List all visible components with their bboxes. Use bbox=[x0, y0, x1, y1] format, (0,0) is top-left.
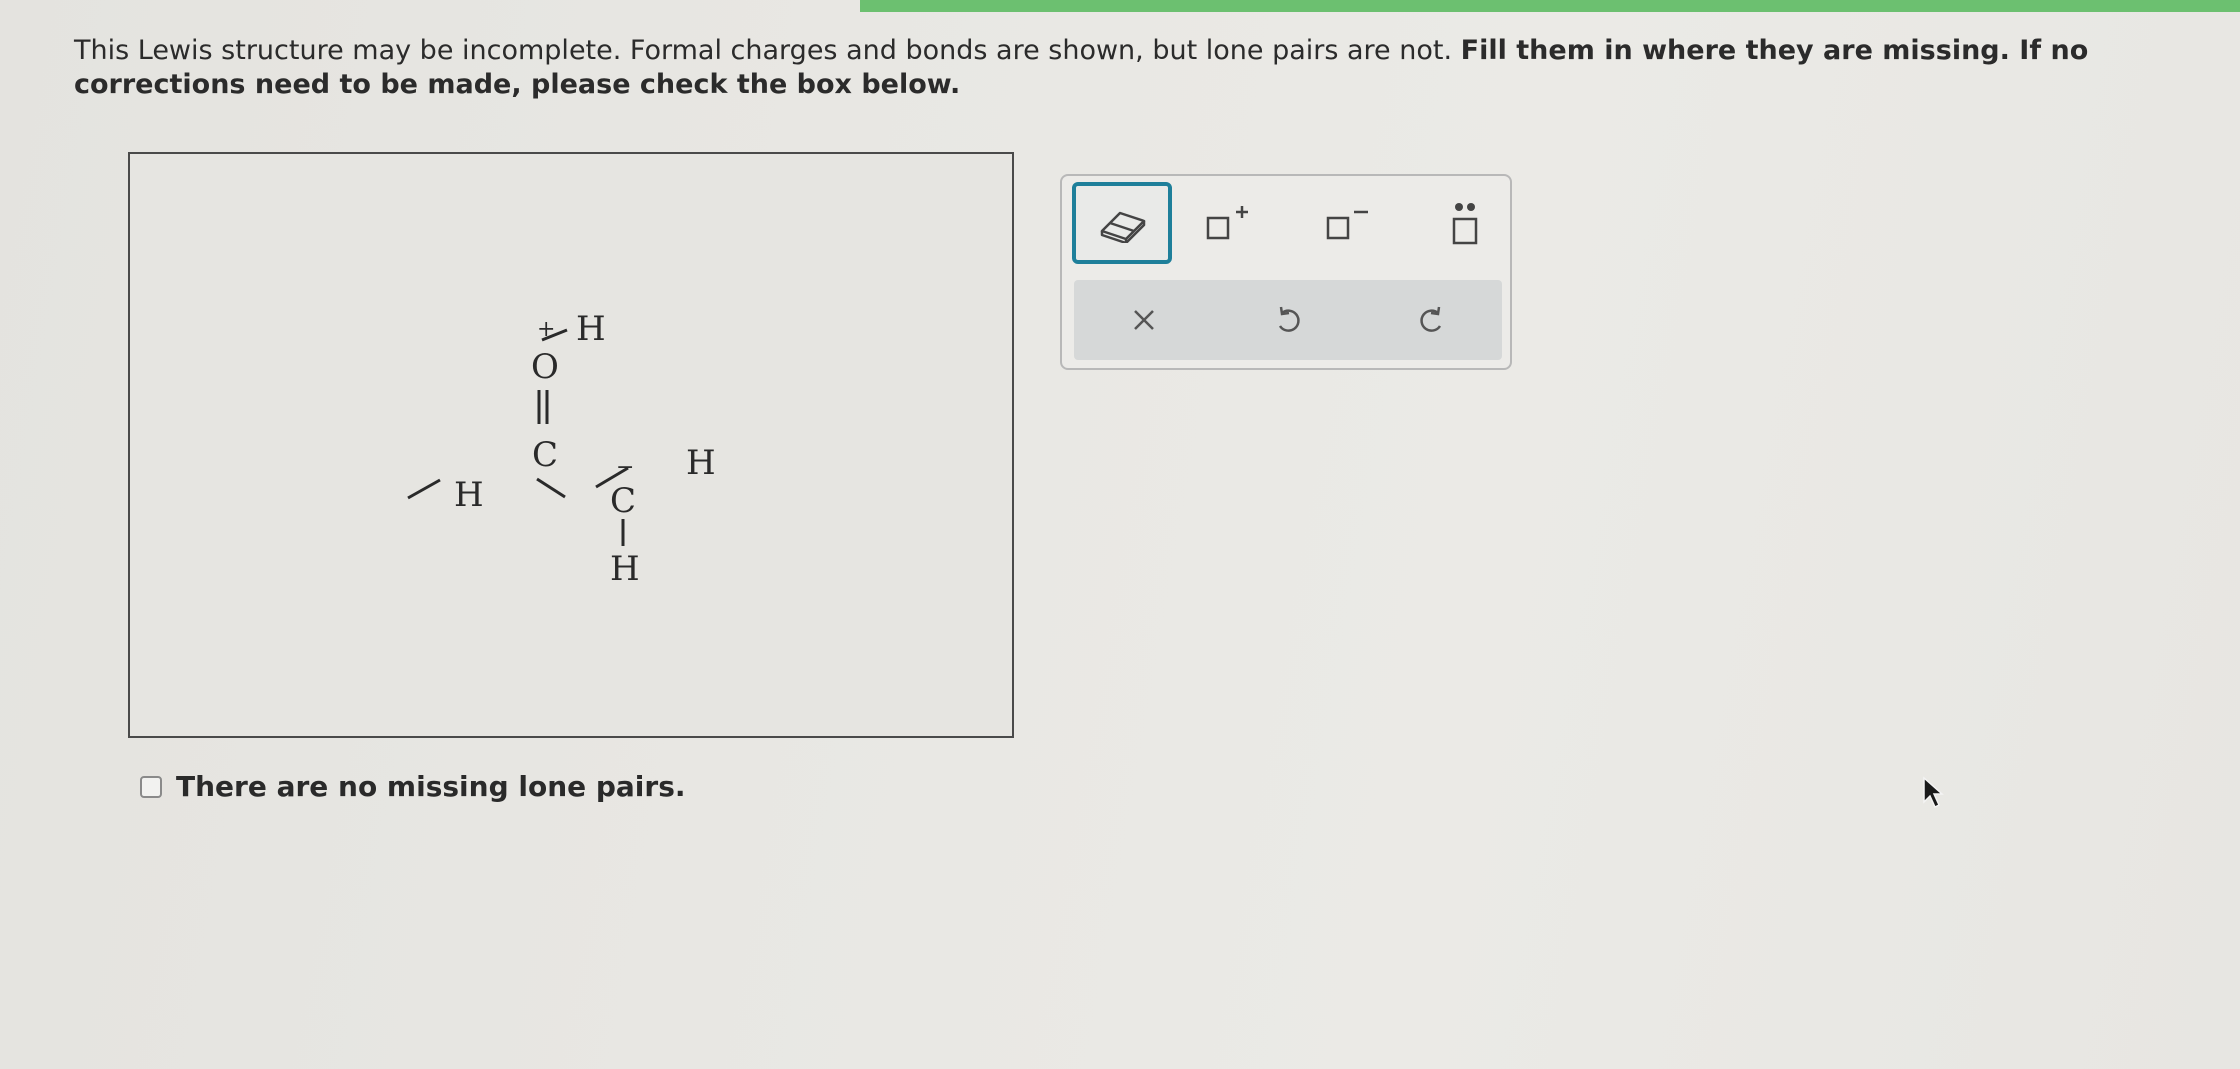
bond-h-c1[interactable] bbox=[407, 478, 441, 500]
lewis-structure-canvas[interactable]: + O H C H − C H H bbox=[128, 152, 1014, 738]
redo-button[interactable] bbox=[1402, 288, 1462, 352]
drawing-toolbar bbox=[1060, 174, 1512, 370]
eraser-icon bbox=[1100, 211, 1146, 243]
o-charge: + bbox=[537, 317, 555, 342]
atom-c1[interactable]: C bbox=[532, 435, 558, 475]
instructions-text: This Lewis structure may be incomplete. … bbox=[74, 35, 1461, 66]
instructions: This Lewis structure may be incomplete. … bbox=[74, 34, 2154, 102]
lone-pair-tool-button[interactable] bbox=[1430, 186, 1500, 262]
mouse-cursor-icon bbox=[1923, 776, 1944, 809]
atom-h-on-o[interactable]: H bbox=[576, 309, 606, 349]
positive-charge-icon bbox=[1206, 206, 1248, 240]
negative-charge-icon bbox=[1326, 210, 1368, 240]
atom-o[interactable]: O bbox=[531, 347, 559, 387]
redo-icon bbox=[1420, 306, 1442, 332]
action-bar bbox=[1074, 280, 1502, 360]
molecule-drawing: + O H C H − C H H bbox=[407, 309, 716, 589]
undo-button[interactable] bbox=[1258, 288, 1318, 352]
lone-pair-icon bbox=[1452, 203, 1478, 245]
undo-icon bbox=[1278, 306, 1300, 332]
progress-bar bbox=[860, 0, 2240, 12]
bond-c1-c2[interactable] bbox=[536, 477, 566, 499]
eraser-tool-button[interactable] bbox=[1072, 182, 1172, 264]
checkbox-label: There are no missing lone pairs. bbox=[176, 770, 686, 803]
no-missing-lone-pairs-checkbox[interactable] bbox=[140, 775, 162, 798]
no-missing-lone-pairs-row[interactable]: There are no missing lone pairs. bbox=[140, 770, 686, 803]
atom-h-bottom[interactable]: H bbox=[610, 549, 640, 589]
positive-charge-tool-button[interactable] bbox=[1192, 186, 1262, 262]
clear-button[interactable] bbox=[1114, 288, 1174, 352]
negative-charge-tool-button[interactable] bbox=[1312, 186, 1382, 262]
clear-icon bbox=[1134, 310, 1154, 330]
atom-h-on-c1[interactable]: H bbox=[454, 475, 484, 515]
atom-c2[interactable]: C bbox=[610, 481, 636, 521]
atom-h-right[interactable]: H bbox=[686, 443, 716, 483]
c2-charge: − bbox=[616, 455, 634, 480]
